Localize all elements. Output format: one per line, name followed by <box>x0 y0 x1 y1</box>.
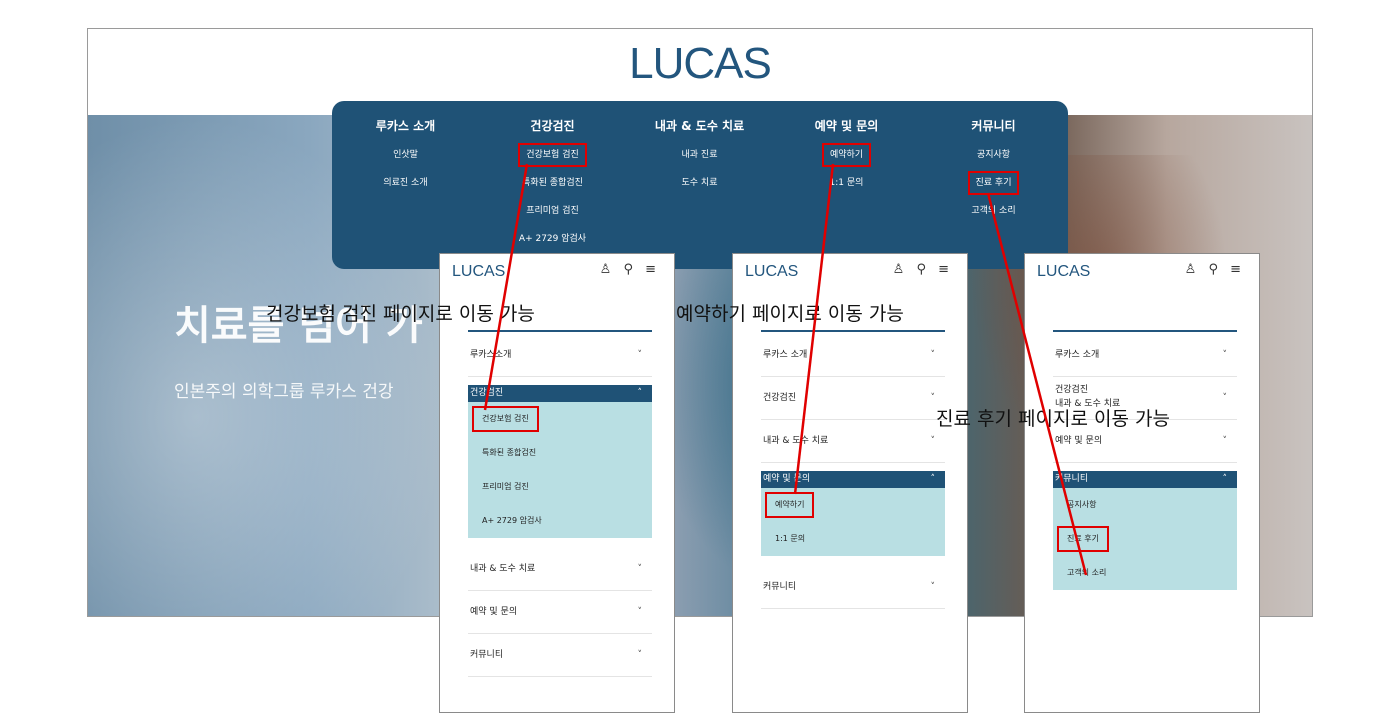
desktop-mega-menu: 루카스 소개 인삿말 의료진 소개 건강검진 건강보험 검진 특화된 종합검진 … <box>332 101 1068 269</box>
menu-heading[interactable]: 내과 & 도수 치료 <box>626 111 773 141</box>
hero-subtitle: 인본주의 의학그룹 루카스 건강 <box>174 382 394 402</box>
chevron-up-icon: ˄ <box>930 474 936 484</box>
mobile-submenu: 공지사항 진료 후기 고객의 소리 <box>1053 488 1237 590</box>
mobile-submenu-item[interactable]: 특화된 종합검진 <box>468 436 652 470</box>
chevron-down-icon: ˅ <box>1222 350 1228 360</box>
menu-item[interactable]: 의료진 소개 <box>332 169 479 197</box>
mobile-submenu: 건강보험 검진 특화된 종합검진 프리미엄 검진 A+ 2729 암검사 <box>468 402 652 538</box>
menu-item-reserve[interactable]: 예약하기 <box>773 141 920 169</box>
mobile-submenu-item[interactable]: 공지사항 <box>1053 488 1237 522</box>
highlight-box[interactable]: 건강보험 검진 <box>472 406 539 432</box>
menu-item[interactable]: 고객의 소리 <box>920 197 1067 225</box>
mobile-menu-row[interactable]: 커뮤니티 ˅ <box>468 634 652 677</box>
menu-item[interactable]: A+ 2729 암검사 <box>479 225 626 253</box>
menu-heading[interactable]: 루카스 소개 <box>332 111 479 141</box>
highlight-box[interactable]: 진료 후기 <box>1057 526 1109 552</box>
annotation-insurance-checkup: 건강보험 검진 페이지로 이동 가능 <box>266 303 535 325</box>
mobile-menu-row[interactable]: 예약 및 문의 ˅ <box>468 591 652 634</box>
mobile-submenu: 예약하기 1:1 문의 <box>761 488 945 556</box>
mobile-logo[interactable]: LUCAS <box>745 263 798 281</box>
mobile-menu-list: 루카스 소개 ˅ 건강검진 ˅ 내과 & 도수 치료 ˅ 예약 및 문의 ˄ 예약하기 … <box>761 334 945 609</box>
menu-item[interactable]: 내과 진료 <box>626 141 773 169</box>
mobile-menu-row[interactable]: 건강검진 ˅ <box>761 377 945 420</box>
mobile-menu-row[interactable]: 내과 & 도수 치료 ˅ <box>468 548 652 591</box>
highlight-box[interactable]: 진료 후기 <box>967 171 1020 195</box>
menu-col-checkup: 건강검진 건강보험 검진 특화된 종합검진 프리미엄 검진 A+ 2729 암검… <box>479 101 626 253</box>
mobile-logo[interactable]: LUCAS <box>452 263 505 281</box>
chevron-down-icon: ˅ <box>1222 436 1228 446</box>
chevron-down-icon: ˅ <box>930 582 936 592</box>
mobile-logo[interactable]: LUCAS <box>1037 263 1090 281</box>
chevron-up-icon: ˄ <box>637 388 643 398</box>
mobile-menu-row[interactable]: 루카스 소개 ˅ <box>1053 334 1237 377</box>
mobile-submenu-item[interactable]: 1:1 문의 <box>761 522 945 556</box>
menu-item[interactable]: 특화된 종합검진 <box>479 169 626 197</box>
mobile-submenu-item[interactable]: A+ 2729 암검사 <box>468 504 652 538</box>
menu-item[interactable]: 도수 치료 <box>626 169 773 197</box>
highlight-box[interactable]: 예약하기 <box>821 143 872 167</box>
chevron-down-icon: ˅ <box>930 350 936 360</box>
menu-col-about: 루카스 소개 인삿말 의료진 소개 <box>332 101 479 197</box>
menu-heading[interactable]: 예약 및 문의 <box>773 111 920 141</box>
chevron-down-icon: ˅ <box>930 393 936 403</box>
menu-divider <box>761 330 945 332</box>
chevron-down-icon: ˅ <box>1222 393 1228 403</box>
mobile-submenu-item[interactable]: 프리미엄 검진 <box>468 470 652 504</box>
header-icons[interactable]: ♙ ⚲ ≡ <box>893 262 953 277</box>
mobile-submenu-item[interactable]: 예약하기 <box>761 488 945 522</box>
menu-item-insurance-checkup[interactable]: 건강보험 검진 <box>479 141 626 169</box>
menu-divider <box>1053 330 1237 332</box>
chevron-down-icon: ˅ <box>637 350 643 360</box>
mobile-submenu-item[interactable]: 진료 후기 <box>1053 522 1237 556</box>
menu-divider <box>468 330 652 332</box>
mobile-menu-row[interactable]: 루카스소개 ˅ <box>468 334 652 377</box>
mobile-menu-list: 루카스소개 ˅ 건강검진 ˄ 건강보험 검진 특화된 종합검진 프리미엄 검진 A+… <box>468 334 652 677</box>
mobile-menu-row[interactable]: 커뮤니티 ˅ <box>761 566 945 609</box>
mobile-menu-open-heading[interactable]: 예약 및 문의 ˄ <box>761 471 945 488</box>
mobile-menu-open-heading[interactable]: 커뮤니티 ˄ <box>1053 471 1237 488</box>
mobile-screen-community: LUCAS ♙ ⚲ ≡ 루카스 소개 ˅ 건강검진 내과 & 도수 치료 ˅ 예약 및… <box>1024 253 1260 713</box>
chevron-down-icon: ˅ <box>637 564 643 574</box>
mobile-menu-row[interactable]: 루카스 소개 ˅ <box>761 334 945 377</box>
menu-item[interactable]: 공지사항 <box>920 141 1067 169</box>
highlight-box[interactable]: 건강보험 검진 <box>518 143 587 167</box>
menu-col-treatment: 내과 & 도수 치료 내과 진료 도수 치료 <box>626 101 773 197</box>
chevron-up-icon: ˄ <box>1222 474 1228 484</box>
menu-col-reservation: 예약 및 문의 예약하기 1:1 문의 <box>773 101 920 197</box>
menu-heading[interactable]: 커뮤니티 <box>920 111 1067 141</box>
menu-item[interactable]: 프리미엄 검진 <box>479 197 626 225</box>
chevron-down-icon: ˅ <box>637 650 643 660</box>
chevron-down-icon: ˅ <box>930 436 936 446</box>
highlight-box[interactable]: 예약하기 <box>764 492 815 518</box>
site-logo[interactable]: LUCAS <box>88 39 1312 89</box>
mobile-submenu-item[interactable]: 고객의 소리 <box>1053 556 1237 590</box>
header-icons[interactable]: ♙ ⚲ ≡ <box>600 262 660 277</box>
mobile-menu-open-heading[interactable]: 건강검진 ˄ <box>468 385 652 402</box>
menu-item[interactable]: 인삿말 <box>332 141 479 169</box>
header-icons[interactable]: ♙ ⚲ ≡ <box>1185 262 1245 277</box>
mobile-menu-list: 루카스 소개 ˅ 건강검진 내과 & 도수 치료 ˅ 예약 및 문의 ˅ 커뮤니티 ˄ 공… <box>1053 334 1237 590</box>
annotation-review: 진료 후기 페이지로 이동 가능 <box>936 408 1170 430</box>
menu-item[interactable]: 1:1 문의 <box>773 169 920 197</box>
chevron-down-icon: ˅ <box>637 607 643 617</box>
menu-heading[interactable]: 건강검진 <box>479 111 626 141</box>
mobile-submenu-item[interactable]: 건강보험 검진 <box>468 402 652 436</box>
menu-col-community: 커뮤니티 공지사항 진료 후기 고객의 소리 <box>920 101 1067 225</box>
mobile-menu-row[interactable]: 내과 & 도수 치료 ˅ <box>761 420 945 463</box>
menu-item-review[interactable]: 진료 후기 <box>920 169 1067 197</box>
annotation-reservation: 예약하기 페이지로 이동 가능 <box>676 303 904 325</box>
